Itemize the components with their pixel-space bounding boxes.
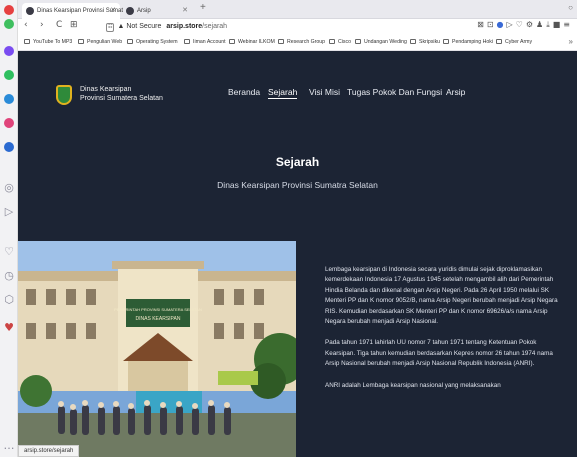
browser-window: ◎ ▷ ♡ ◷ ⬡ ♥ … Dinas Kearsipan Provinsi S… [0,0,577,457]
crest-icon [56,85,72,105]
back-button[interactable]: ‹ [24,20,28,30]
bookmark-folder[interactable]: Skripsiku [410,39,440,45]
page-title: Sejarah [275,155,320,169]
nav-tugas-pokok[interactable]: Tugas Pokok Dan Fungsi [347,87,442,97]
bookmark-folder[interactable]: Cisco [329,39,351,45]
reload-button[interactable]: C [56,20,62,30]
screenshot-icon[interactable]: ⊠ [477,20,487,29]
window-maximize-dot[interactable] [4,19,14,29]
bookmark-folder[interactable]: Research Group [278,39,325,45]
folder-icon [184,39,190,44]
toolbar-icons: ⊠⊡●▷♡⚙♟⤓■≡ [477,20,573,30]
site-logo[interactable] [56,85,72,105]
tab-dinas-kearsipan[interactable]: Dinas Kearsipan Provinsi Sumat ✕ [22,3,123,19]
profile-icon[interactable]: ♟ [536,20,546,29]
tabs-menu-icon[interactable]: ○ [568,3,573,12]
forward-button[interactable]: › [40,20,44,30]
history-icon[interactable]: ◷ [3,270,15,282]
web-page: Dinas Kearsipan Provinsi Sumatera Selata… [18,51,577,457]
bookmarks-bar: YouTube To MP3 Pengulian Web Operating S… [18,35,577,51]
history-paragraph-3: ANRI adalah Lembaga kearsipan nasional y… [325,381,501,389]
folder-icon [410,39,416,44]
site-info-icon[interactable]: ☷ [106,23,115,32]
nav-beranda[interactable]: Beranda [228,87,260,97]
site-brand[interactable]: Dinas Kearsipan Provinsi Sumatera Selata… [80,85,163,103]
folder-icon [355,39,361,44]
folder-icon [229,39,235,44]
folder-icon [78,39,84,44]
pin-icon[interactable]: ♥ [3,322,15,334]
folder-icon [127,39,133,44]
bookmark-folder[interactable]: Operating System [127,39,178,45]
more-bookmarks-icon[interactable]: » [569,37,573,46]
play-icon[interactable]: ▷ [3,206,15,218]
folder-icon [329,39,335,44]
new-tab-button[interactable]: + [200,2,206,13]
url-path: /sejarah [202,23,228,30]
vpn-icon[interactable]: ● [497,20,507,29]
brand-line-2: Provinsi Sumatera Selatan [80,95,163,102]
svg-text:PEMERINTAH PROVINSI SUMATERA S: PEMERINTAH PROVINSI SUMATERA SELATAN [114,307,202,312]
close-icon[interactable]: ✕ [182,3,188,19]
browser-toolbar: ‹ › C ⊞ ☷ ▲ Not Secure arsip.store/sejarah… [18,19,577,35]
bookmark-folder[interactable]: Iiman Account [184,39,226,45]
brand-line-1: Dinas Kearsipan [80,86,132,93]
history-paragraph-2: Pada tahun 1971 lahirlah UU nomor 7 tahu… [325,339,553,368]
window-close-dot[interactable] [4,5,14,15]
instagram-icon[interactable] [4,118,14,128]
security-warning[interactable]: ▲ Not Secure [117,23,161,30]
folder-icon [24,39,30,44]
page-subtitle: Dinas Kearsipan Provinsi Sumatra Selatan [217,180,378,190]
nav-sejarah[interactable]: Sejarah [268,87,298,99]
url-host: arsip.store [166,23,203,30]
cube-icon[interactable]: ⬡ [3,294,15,306]
heart-icon[interactable]: ♡ [3,246,15,258]
bookmark-heart-icon[interactable]: ♡ [516,20,526,29]
player-icon[interactable]: ▷ [507,20,516,29]
history-paragraph-1: Lembaga kearsipan di Indonesia secara yu… [325,266,558,326]
folder-icon [443,39,449,44]
battery-icon[interactable]: ■ [553,20,564,29]
tab-favicon [126,7,134,15]
telegram-icon[interactable] [4,94,14,104]
reader-icon[interactable]: ⊡ [487,20,497,29]
menu-icon[interactable]: ≡ [563,20,573,29]
vk-icon[interactable] [4,142,14,152]
more-icon[interactable]: … [3,440,15,452]
building-photo: PEMERINTAH PROVINSI SUMATERA SELATAN DIN… [18,241,296,457]
tab-favicon [26,7,34,15]
tab-strip: Dinas Kearsipan Provinsi Sumat ✕ Arsip ✕… [18,0,577,19]
bookmark-folder[interactable]: Undangan Weding [355,39,407,45]
messenger-icon[interactable] [4,46,14,56]
bookmark-folder[interactable]: Pendamping Hoki [443,39,493,45]
app-sidebar: ◎ ▷ ♡ ◷ ⬡ ♥ … [0,0,18,457]
status-bar-url: arsip.store/sejarah [18,445,80,457]
clock-icon[interactable]: ◎ [3,182,15,194]
nav-visi-misi[interactable]: Visi Misi [309,87,340,97]
settings-icon[interactable]: ⚙ [526,20,536,29]
building-photo-drawing: PEMERINTAH PROVINSI SUMATERA SELATAN DIN… [18,241,296,457]
nav-arsip[interactable]: Arsip [446,87,465,97]
close-icon[interactable]: ✕ [110,3,116,19]
bookmark-folder[interactable]: Pengulian Web [78,39,122,45]
speed-dial-icon[interactable]: ⊞ [70,20,78,30]
folder-icon [496,39,502,44]
page-header: Dinas Kearsipan Provinsi Sumatera Selata… [18,51,577,241]
tab-label: Arsip [137,8,151,14]
tab-arsip[interactable]: Arsip ✕ [122,3,192,19]
building-sign: DINAS KEARSIPAN [136,316,181,322]
bookmark-folder[interactable]: YouTube To MP3 [24,39,72,45]
history-text: Lembaga kearsipan di Indonesia secara yu… [325,265,565,402]
address-bar[interactable]: ☷ ▲ Not Secure arsip.store/sejarah [106,21,227,33]
whatsapp-icon[interactable] [4,70,14,80]
bookmark-folder[interactable]: Cyber Army [496,39,532,45]
folder-icon [278,39,284,44]
bookmark-folder[interactable]: Webinar ILKOM [229,39,275,45]
